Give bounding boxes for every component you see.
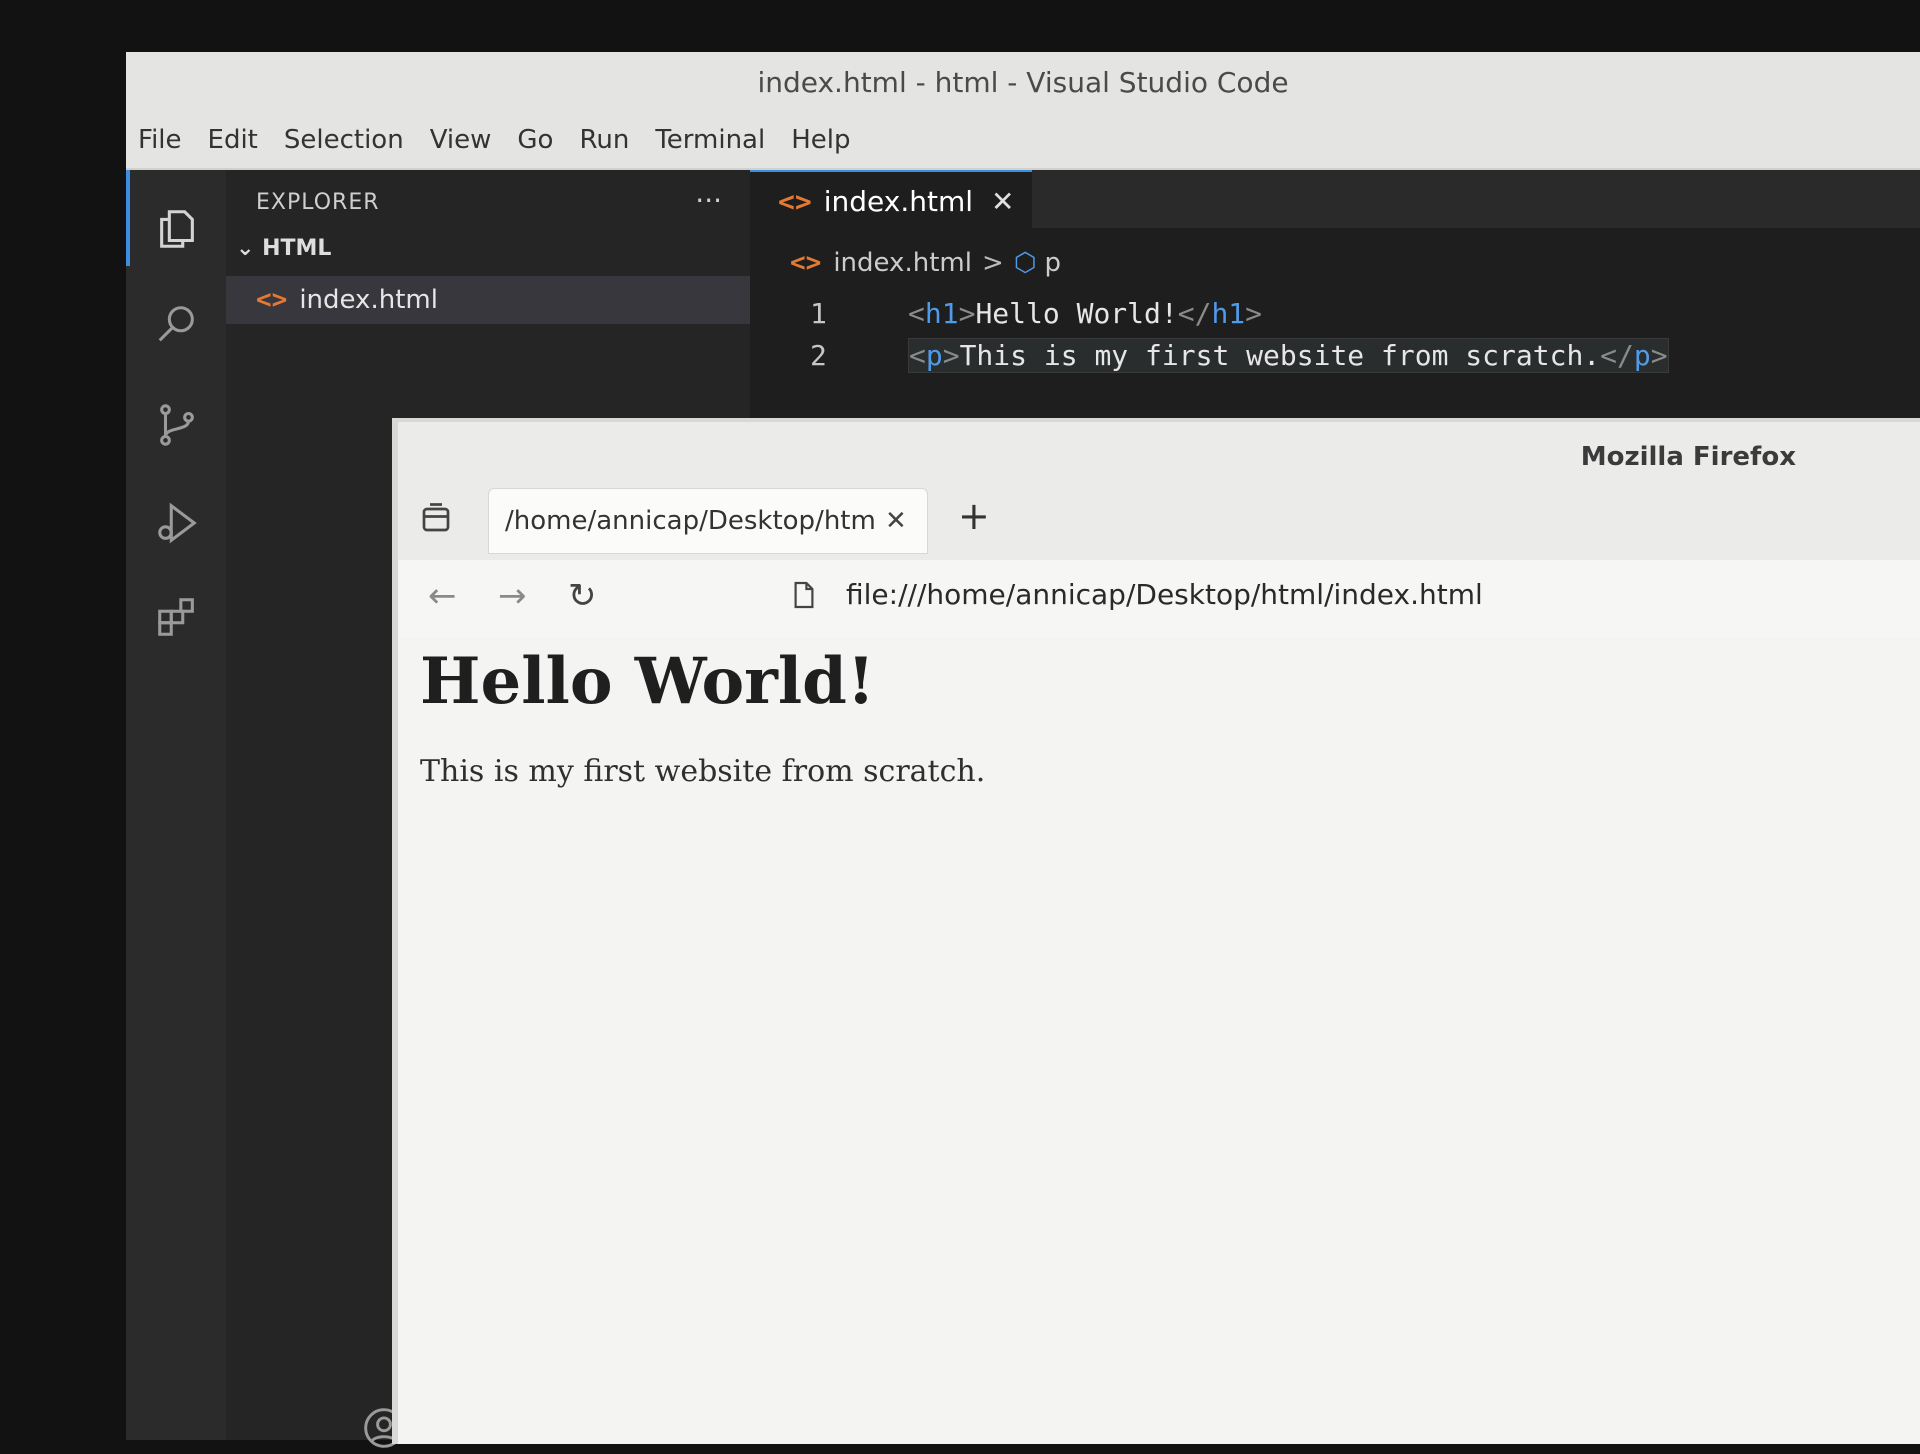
list-all-tabs-icon[interactable] — [418, 500, 454, 536]
vscode-titlebar: index.html - html - Visual Studio Code — [126, 52, 1920, 112]
file-label: index.html — [299, 285, 438, 315]
line-number: 1 — [810, 296, 827, 330]
menubar: File Edit Selection View Go Run Terminal… — [126, 112, 1920, 170]
window-title: index.html - html - Visual Studio Code — [757, 65, 1289, 99]
browser-tab-title: /home/annicap/Desktop/html/index.html — [505, 506, 875, 536]
file-item-index-html[interactable]: <> index.html — [226, 276, 750, 324]
activity-bar — [126, 170, 226, 1440]
breadcrumb-file[interactable]: index.html — [833, 248, 972, 278]
new-tab-button[interactable]: + — [958, 494, 990, 538]
files-icon[interactable] — [154, 206, 200, 252]
breadcrumb-separator: > — [981, 248, 1004, 278]
active-view-indicator — [126, 170, 130, 266]
folder-html[interactable]: ⌄ HTML — [236, 236, 331, 261]
html-file-icon: <> — [256, 285, 288, 315]
html-file-icon: <> — [790, 248, 822, 278]
menu-run[interactable]: Run — [579, 125, 629, 155]
firefox-window: Mozilla Firefox /home/annicap/Desktop/ht… — [392, 418, 1920, 1444]
chevron-down-icon: ⌄ — [236, 236, 255, 261]
html-file-icon: <> — [778, 184, 812, 218]
breadcrumb: <> index.html > ⬡ p — [790, 248, 1061, 278]
extensions-icon[interactable] — [154, 594, 200, 640]
explorer-title: EXPLORER — [256, 190, 380, 215]
page-paragraph: This is my first website from scratch. — [420, 754, 986, 789]
menu-file[interactable]: File — [138, 125, 182, 155]
breadcrumb-symbol[interactable]: p — [1044, 248, 1061, 278]
more-actions-button[interactable]: ··· — [695, 184, 722, 217]
close-tab-button[interactable]: ✕ — [885, 506, 907, 536]
symbol-icon: ⬡ — [1013, 248, 1037, 278]
page-icon — [792, 580, 816, 610]
menu-view[interactable]: View — [430, 125, 492, 155]
forward-button[interactable]: → — [498, 576, 527, 616]
firefox-window-title: Mozilla Firefox — [1580, 442, 1796, 472]
url-bar[interactable]: file:///home/annicap/Desktop/html/index.… — [846, 578, 1483, 611]
editor-tabs: <> index.html ✕ — [750, 170, 1920, 230]
back-button[interactable]: ← — [428, 576, 457, 616]
code-line[interactable]: 1 <h1>Hello World!</h1> — [810, 292, 1669, 334]
page-content: Hello World! This is my first website fr… — [398, 638, 1920, 1444]
menu-edit[interactable]: Edit — [208, 125, 258, 155]
line-number: 2 — [810, 338, 827, 372]
search-icon[interactable] — [154, 302, 200, 348]
code-text: <p>This is my first website from scratch… — [908, 337, 1669, 373]
browser-tab[interactable]: /home/annicap/Desktop/html/index.html ✕ — [488, 488, 928, 554]
tab-label: index.html — [823, 184, 974, 218]
menu-selection[interactable]: Selection — [284, 125, 404, 155]
menu-help[interactable]: Help — [791, 125, 850, 155]
menu-terminal[interactable]: Terminal — [655, 125, 765, 155]
navigation-bar: ← → ↻ file:///home/annicap/Desktop/html/… — [398, 560, 1920, 640]
tab-close-button[interactable]: ✕ — [991, 185, 1014, 218]
page-heading: Hello World! — [420, 644, 875, 719]
folder-label: HTML — [262, 236, 332, 261]
reload-button[interactable]: ↻ — [568, 576, 597, 616]
code-text: <h1>Hello World!</h1> — [908, 296, 1263, 330]
run-debug-icon[interactable] — [154, 500, 200, 546]
menu-go[interactable]: Go — [517, 125, 553, 155]
code-line[interactable]: 2 <p>This is my first website from scrat… — [810, 334, 1669, 376]
tab-index-html[interactable]: <> index.html ✕ — [750, 170, 1032, 230]
code-area[interactable]: 1 <h1>Hello World!</h1> 2 <p>This is my … — [810, 292, 1669, 376]
firefox-tabbar: /home/annicap/Desktop/html/index.html ✕ … — [398, 476, 1920, 562]
source-control-icon[interactable] — [154, 402, 200, 448]
